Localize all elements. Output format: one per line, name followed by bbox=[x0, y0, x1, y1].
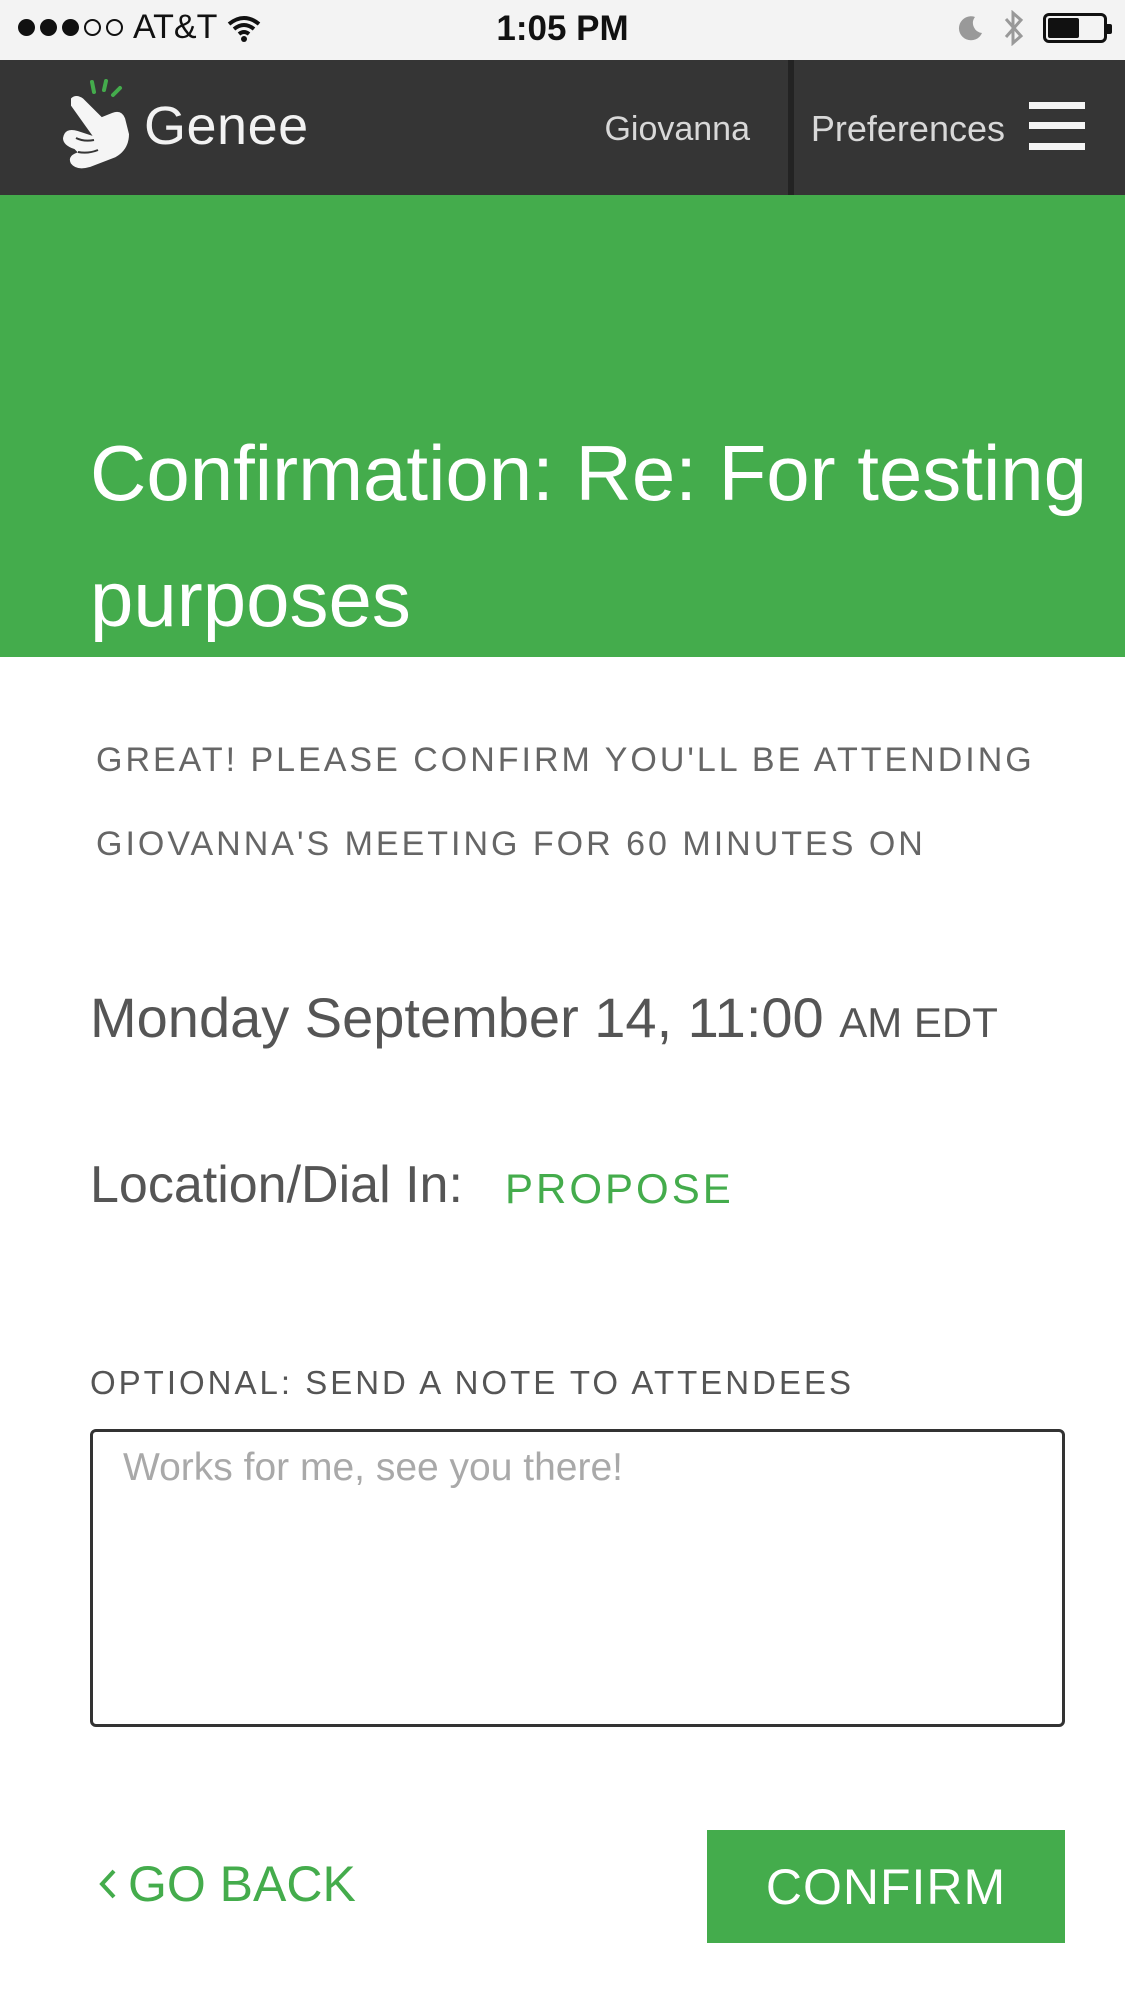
confirmation-message: Great! Please confirm you'll be attendin… bbox=[96, 741, 1035, 863]
location-label: Location/Dial In: bbox=[90, 1156, 463, 1214]
go-back-label: GO BACK bbox=[128, 1856, 356, 1912]
genee-logo[interactable]: Genee bbox=[56, 78, 309, 173]
meeting-timezone: AM EDT bbox=[839, 999, 998, 1046]
propose-location-link[interactable]: PROPOSE bbox=[505, 1165, 734, 1213]
moon-icon bbox=[958, 16, 982, 41]
meeting-date-time: Monday September 14, 11:00 bbox=[90, 986, 824, 1049]
logo-text: Genee bbox=[144, 95, 309, 156]
battery-icon bbox=[1043, 13, 1112, 43]
status-bar: AT&T 1:05 PM bbox=[0, 0, 1125, 60]
note-label: OPTIONAL: SEND A NOTE TO ATTENDEES bbox=[90, 1364, 854, 1401]
top-nav: Genee Giovanna Preferences bbox=[0, 60, 1125, 195]
hero-banner: Confirmation: Re: For testing purposes bbox=[0, 195, 1125, 657]
bluetooth-icon bbox=[1004, 10, 1024, 46]
nav-user-link[interactable]: Giovanna bbox=[604, 110, 750, 149]
page-title: Confirmation: Re: For testing purposes bbox=[90, 429, 1088, 643]
nav-preferences-link[interactable]: Preferences bbox=[811, 108, 1005, 150]
go-back-link[interactable]: GO BACK bbox=[98, 1855, 356, 1913]
nav-divider bbox=[788, 60, 794, 195]
note-textarea[interactable] bbox=[90, 1429, 1065, 1727]
confirm-button[interactable]: CONFIRM bbox=[707, 1830, 1065, 1943]
hamburger-menu-icon[interactable] bbox=[1029, 102, 1085, 150]
meeting-datetime: Monday September 14, 11:00 AM EDT bbox=[90, 985, 998, 1050]
chevron-left-icon bbox=[99, 1869, 116, 1899]
status-bar-right bbox=[957, 10, 1112, 46]
genee-hand-logo-icon bbox=[60, 79, 132, 171]
